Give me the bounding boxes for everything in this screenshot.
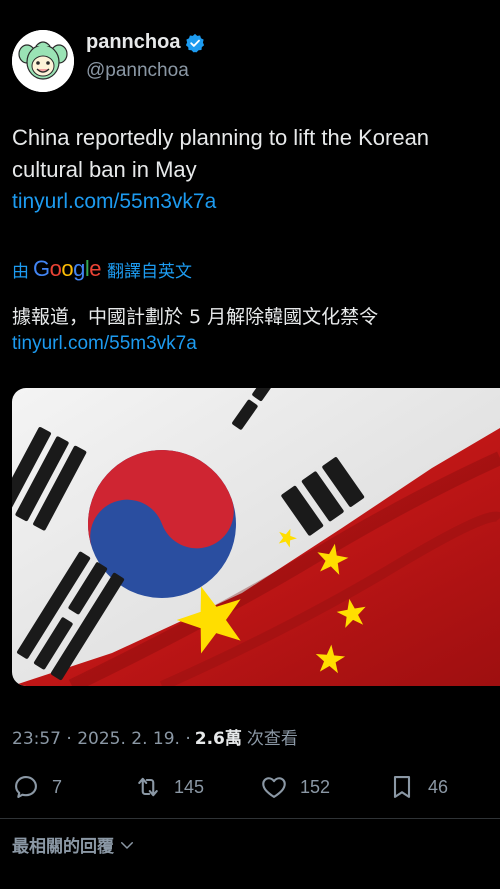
action-bar: 7 145 152 46 bbox=[12, 770, 492, 804]
author-name-row[interactable]: pannchoa bbox=[86, 31, 205, 54]
google-logo-letter: e bbox=[89, 256, 102, 281]
tweet-media-image[interactable] bbox=[12, 388, 500, 686]
google-logo-letter: g bbox=[73, 256, 85, 281]
avatar-monkey-icon bbox=[12, 30, 74, 92]
tweet-timestamp[interactable]: 23:57 · 2025. 2. 19. · bbox=[12, 729, 191, 749]
author-display-name[interactable]: pannchoa bbox=[86, 31, 180, 54]
reply-count: 7 bbox=[52, 776, 63, 797]
bookmark-count: 46 bbox=[428, 776, 449, 797]
tweet-link[interactable]: tinyurl.com/55m3vk7a bbox=[12, 190, 216, 214]
bookmark-button[interactable]: 46 bbox=[388, 770, 448, 804]
verified-badge-icon bbox=[185, 33, 205, 53]
tweet-text: China reportedly planning to lift the Ko… bbox=[12, 125, 430, 182]
translated-link[interactable]: tinyurl.com/55m3vk7a bbox=[12, 333, 197, 355]
avatar[interactable] bbox=[12, 30, 74, 92]
google-logo-letter: o bbox=[49, 256, 62, 281]
author-handle[interactable]: @pannchoa bbox=[86, 60, 189, 82]
translate-attribution[interactable]: 由 Google 翻譯自英文 bbox=[12, 256, 192, 282]
tweet-meta: 23:57 · 2025. 2. 19. · 2.6萬 次查看 bbox=[12, 724, 298, 749]
views-label: 次查看 bbox=[246, 729, 298, 749]
replies-sort-label: 最相關的回覆 bbox=[12, 837, 114, 857]
korea-china-flags-image bbox=[12, 388, 500, 686]
repost-count: 145 bbox=[174, 776, 205, 797]
chevron-down-icon bbox=[121, 841, 133, 849]
like-button[interactable]: 152 bbox=[260, 770, 330, 804]
translated-text: 據報道，中國計劃於 5 月解除韓國文化禁令 bbox=[12, 306, 379, 328]
divider bbox=[0, 818, 500, 819]
translate-by-label: 由 bbox=[12, 261, 29, 282]
reply-button[interactable]: 7 bbox=[12, 770, 62, 804]
replies-sort-dropdown[interactable]: 最相關的回覆 bbox=[12, 832, 136, 857]
reply-icon bbox=[15, 776, 37, 798]
repost-button[interactable]: 145 bbox=[134, 770, 204, 804]
views-count: 2.6萬 bbox=[194, 729, 242, 749]
google-logo-letter: o bbox=[61, 256, 74, 281]
tweet-detail: pannchoa @pannchoa China reportedly plan… bbox=[0, 0, 500, 889]
heart-icon bbox=[262, 777, 286, 798]
google-logo-letter: G bbox=[33, 256, 50, 281]
bookmark-icon bbox=[393, 776, 411, 798]
translate-label: 翻譯自英文 bbox=[107, 261, 193, 282]
repost-icon bbox=[138, 777, 158, 797]
google-logo: Google bbox=[33, 256, 102, 282]
like-count: 152 bbox=[300, 776, 331, 797]
